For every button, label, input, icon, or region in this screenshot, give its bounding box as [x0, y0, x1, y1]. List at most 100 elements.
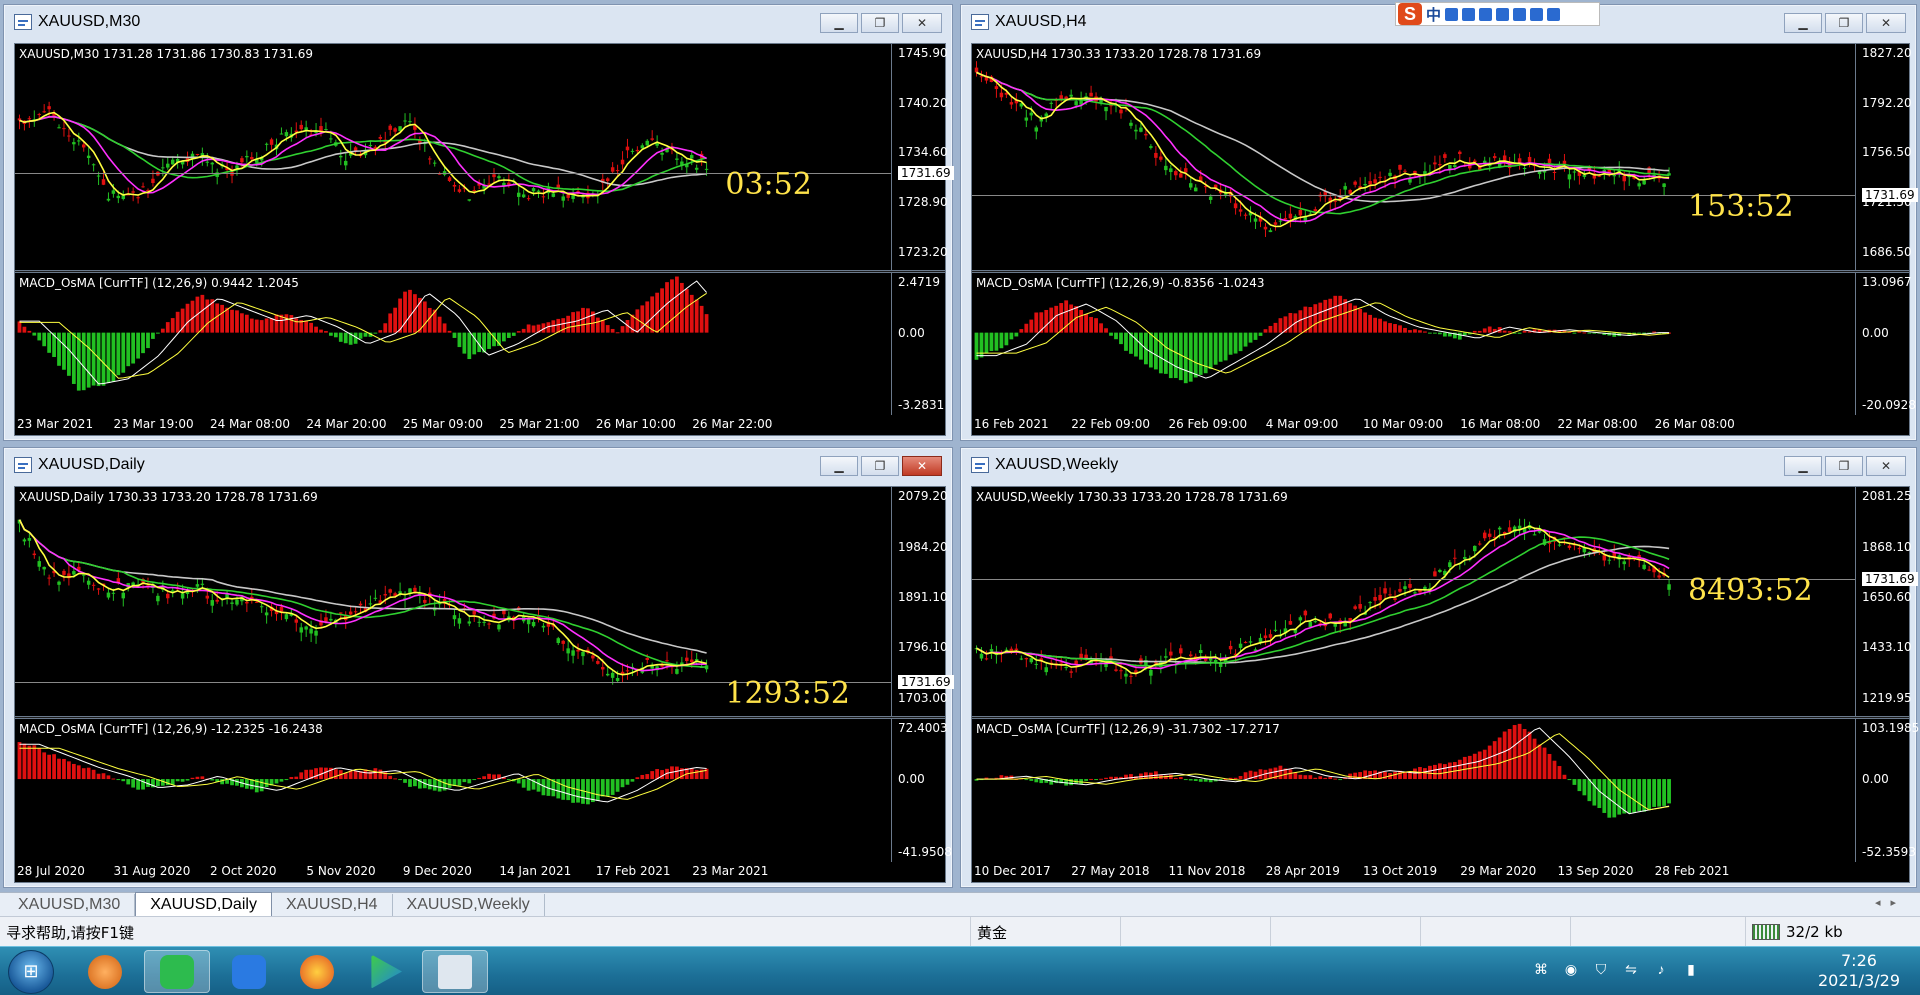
time-axis[interactable]: 28 Jul 2020 31 Aug 2020 2 Oct 2020 5 Nov 20… — [15, 860, 945, 882]
macd-histogram-bar — [1029, 319, 1034, 333]
close-button[interactable]: ✕ — [1866, 456, 1906, 476]
macd-axis[interactable]: 13.0967 0.00 -20.0928 — [1856, 273, 1916, 415]
macd-histogram-bar — [694, 299, 699, 333]
tab-scroll-arrows[interactable]: ◂▸ — [1875, 896, 1906, 909]
candle-body — [1413, 592, 1417, 594]
time-tick-label: 22 Mar 08:00 — [1557, 417, 1638, 431]
macd-axis[interactable]: 2.4719 0.00 -3.2831 — [892, 273, 947, 415]
chart-window-h4[interactable]: XAUUSD,H4 ▁ ❐ ✕ XAUUSD,H4 1730.33 1733.20 17… — [960, 4, 1918, 441]
restore-button[interactable]: ❐ — [1825, 456, 1863, 476]
macd-histogram-bar — [1572, 332, 1577, 334]
time-axis[interactable]: 16 Feb 2021 22 Feb 09:00 26 Feb 09:00 4 Mar… — [972, 413, 1909, 435]
macd-histogram-bar — [235, 310, 239, 333]
taskbar-app-1[interactable] — [72, 950, 138, 993]
taskbar-mt4[interactable] — [422, 950, 488, 993]
chart-window-m30[interactable]: XAUUSD,M30 ▁ ❐ ✕ XAUUSD,M30 1731.28 1731.86 … — [3, 4, 954, 441]
candle-body — [101, 179, 106, 185]
wechat-tray-icon[interactable]: ◉ — [1562, 961, 1580, 979]
minimize-button[interactable]: ▁ — [820, 13, 858, 33]
chart-window-daily[interactable]: XAUUSD,Daily ▁ ❐ ✕ XAUUSD,Daily 1730.33 1733… — [3, 447, 954, 888]
chart-area[interactable]: XAUUSD,M30 1731.28 1731.86 1730.83 1731.… — [14, 43, 954, 436]
macd-pane[interactable]: MACD_OsMA [CurrTF] (12,26,9) -12.2325 -1… — [15, 719, 892, 862]
macd-histogram-bar — [1233, 332, 1238, 354]
network-tray-icon[interactable]: ⇋ — [1622, 961, 1640, 979]
macd-axis[interactable]: 72.4003 0.00 -41.9508 — [892, 719, 952, 862]
ime-logo-icon[interactable]: S — [1398, 3, 1422, 25]
punctuation-icon[interactable] — [1462, 7, 1476, 21]
tab-h4[interactable]: XAUUSD,H4 — [272, 894, 393, 916]
minimize-button[interactable]: ▁ — [1784, 13, 1822, 33]
macd-histogram-bar — [408, 289, 412, 333]
candle-body — [210, 600, 214, 606]
taskbar-player[interactable] — [352, 950, 418, 993]
candle-body — [1069, 671, 1073, 673]
user-icon[interactable] — [1513, 7, 1527, 21]
macd-histogram-bar — [675, 766, 679, 780]
macd-tick-label: 0.00 — [898, 325, 925, 340]
minimize-button[interactable]: ▁ — [1784, 456, 1822, 476]
ime-mode-label[interactable]: 中 — [1426, 4, 1441, 25]
window-titlebar[interactable]: XAUUSD,M30 ▁ ❐ ✕ — [4, 5, 952, 39]
signal-icon[interactable]: ▮ — [1682, 961, 1700, 979]
candle-body — [1497, 527, 1502, 530]
keyboard-icon[interactable] — [1496, 7, 1510, 21]
chart-area[interactable]: XAUUSD,H4 1730.33 1733.20 1728.78 1731.6… — [971, 43, 1918, 436]
taskbar-wechat[interactable] — [144, 950, 210, 993]
chart-area[interactable]: XAUUSD,Weekly 1730.33 1733.20 1728.78 17… — [971, 486, 1919, 883]
macd-histogram-bar — [1173, 332, 1178, 379]
time-axis[interactable]: 10 Dec 2017 27 May 2018 11 Nov 2018 28 Apr … — [972, 860, 1909, 882]
skin-icon[interactable] — [1530, 7, 1544, 21]
tab-weekly[interactable]: XAUUSD,Weekly — [393, 894, 545, 916]
candle-body — [1572, 171, 1577, 173]
candle-body — [86, 155, 91, 159]
price-pane[interactable]: XAUUSD,M30 1731.28 1731.86 1730.83 1731.… — [15, 44, 892, 270]
window-titlebar[interactable]: XAUUSD,Weekly ▁ ❐ ✕ — [961, 448, 1916, 482]
chart-area[interactable]: XAUUSD,Daily 1730.33 1733.20 1728.78 173… — [14, 486, 954, 883]
start-button[interactable]: ⊞ — [8, 950, 54, 994]
candle-body — [1273, 629, 1278, 631]
price-info-label: XAUUSD,M30 1731.28 1731.86 1730.83 1731.… — [19, 47, 314, 61]
macd-axis[interactable]: 103.1985 0.00 -52.3593 — [1856, 719, 1919, 862]
time-tick-label: 26 Mar 08:00 — [1654, 417, 1735, 431]
macd-pane[interactable]: MACD_OsMA [CurrTF] (12,26,9) 0.9442 1.20… — [15, 273, 892, 415]
price-pane[interactable]: XAUUSD,H4 1730.33 1733.20 1728.78 1731.6… — [972, 44, 1856, 270]
price-tick-label: 1756.50 — [1862, 145, 1912, 160]
taskbar-feishu[interactable] — [216, 950, 282, 993]
tab-daily[interactable]: XAUUSD,Daily — [135, 892, 272, 916]
bluetooth-icon[interactable]: ⌘ — [1532, 961, 1550, 979]
grid-icon[interactable] — [1547, 7, 1561, 21]
restore-button[interactable]: ❐ — [1825, 13, 1863, 33]
restore-button[interactable]: ❐ — [861, 13, 899, 33]
macd-histogram-bar — [333, 332, 338, 338]
minimize-button[interactable]: ▁ — [820, 456, 858, 476]
window-titlebar[interactable]: XAUUSD,Daily ▁ ❐ ✕ — [4, 448, 952, 482]
macd-pane[interactable]: MACD_OsMA [CurrTF] (12,26,9) -0.8356 -1.… — [972, 273, 1856, 415]
macd-histogram-bar — [1447, 762, 1452, 780]
taskbar-firefox[interactable] — [284, 950, 350, 993]
time-axis[interactable]: 23 Mar 2021 23 Mar 19:00 24 Mar 08:00 24 Ma… — [15, 413, 945, 435]
candle-body — [1298, 617, 1303, 621]
tab-m30[interactable]: XAUUSD,M30 — [4, 894, 136, 916]
clock[interactable]: 7:26 2021/3/29 — [1818, 951, 1900, 991]
close-button[interactable]: ✕ — [902, 13, 942, 33]
close-button[interactable]: ✕ — [1866, 13, 1906, 33]
macd-histogram-bar — [1094, 318, 1098, 333]
restore-button[interactable]: ❐ — [861, 456, 899, 476]
macd-pane[interactable]: MACD_OsMA [CurrTF] (12,26,9) -31.7302 -1… — [972, 719, 1856, 862]
shield-icon[interactable]: ⛉ — [1592, 961, 1610, 979]
candle-body — [571, 195, 575, 199]
price-axis[interactable]: 2079.20 1984.20 1891.10 1796.10 1703.00 1731.… — [892, 487, 954, 716]
candle-body — [215, 599, 219, 602]
moon-icon[interactable] — [1445, 7, 1459, 21]
price-axis[interactable]: 1745.90 1740.20 1734.60 1728.90 1723.20 1731.… — [892, 44, 954, 270]
price-axis[interactable]: 2081.25 1868.10 1650.60 1433.10 1219.95 1731.… — [1856, 487, 1918, 716]
macd-histogram-bar — [1178, 777, 1183, 780]
macd-histogram-bar — [289, 315, 294, 333]
microphone-icon[interactable] — [1479, 7, 1493, 21]
candle-body — [452, 615, 457, 620]
chart-window-weekly[interactable]: XAUUSD,Weekly ▁ ❐ ✕ XAUUSD,Weekly 1730.33 17… — [960, 447, 1919, 888]
price-axis[interactable]: 1827.201792.201756.501721.501686.501731.… — [1856, 44, 1918, 270]
close-button[interactable]: ✕ — [902, 456, 942, 476]
ime-toolbar[interactable]: S 中 — [1395, 2, 1600, 26]
volume-icon[interactable]: ♪ — [1652, 961, 1670, 979]
